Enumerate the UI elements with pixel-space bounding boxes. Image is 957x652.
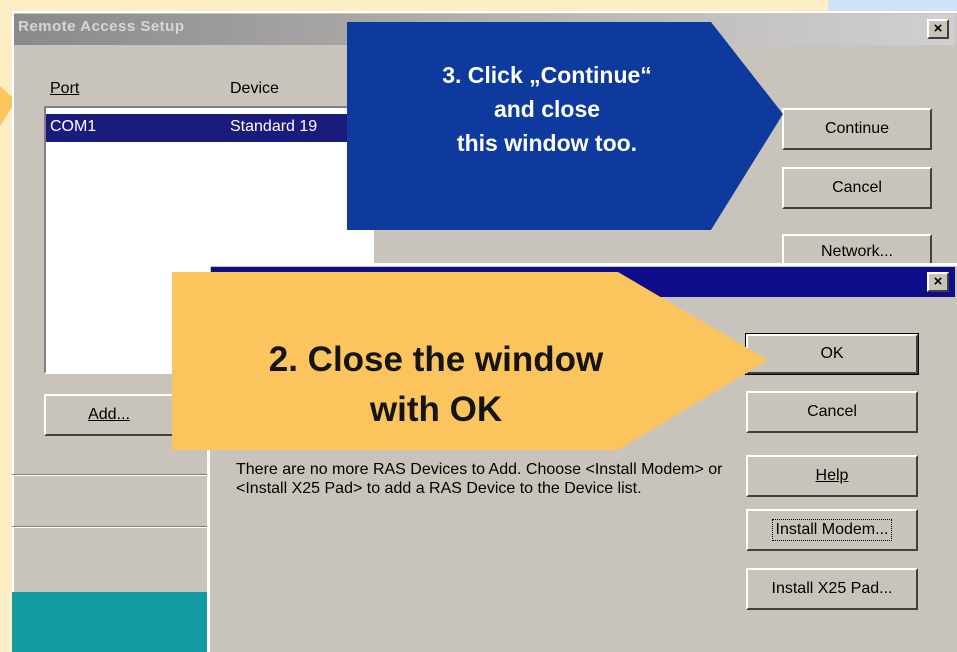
background-band — [12, 592, 212, 652]
main-close-button[interactable]: × — [927, 19, 949, 39]
callout-yellow-text: 2. Close the window with OK — [176, 335, 696, 435]
row-device-cell: Standard 19 — [230, 118, 318, 135]
column-header-port: Port — [50, 80, 80, 97]
callout-blue-text: 3. Click „Continue“ and close this windo… — [352, 58, 742, 160]
column-header-device: Device — [230, 80, 279, 97]
callout-yellow-line: with OK — [369, 390, 503, 429]
install-modem-label: Install Modem... — [771, 519, 893, 541]
ok-button-label: OK — [820, 345, 844, 362]
callout-blue-line: 3. Click „Continue“ — [442, 62, 652, 88]
add-button[interactable]: Add... — [44, 394, 174, 436]
close-icon: × — [933, 273, 943, 290]
callout-yellow-line: 2. Close the window — [268, 340, 604, 379]
dialog-message: There are no more RAS Devices to Add. Ch… — [236, 461, 723, 497]
dialog-close-button[interactable]: × — [927, 272, 949, 292]
callout-blue-line: and close — [493, 96, 601, 122]
main-window-title: Remote Access Setup — [18, 18, 185, 35]
help-button-label: Help — [815, 467, 849, 484]
help-button[interactable]: Help — [746, 455, 918, 497]
cancel-button-main[interactable]: Cancel — [782, 167, 932, 209]
callout-blue-line: this window too. — [456, 130, 638, 156]
separator — [12, 474, 212, 476]
separator — [12, 526, 212, 528]
install-modem-button[interactable]: Install Modem... — [746, 509, 918, 551]
close-icon: × — [933, 20, 943, 37]
row-port-cell: COM1 — [50, 118, 97, 135]
add-button-label: Add... — [88, 406, 130, 423]
install-x25-pad-button[interactable]: Install X25 Pad... — [746, 568, 918, 610]
continue-button[interactable]: Continue — [782, 108, 932, 150]
